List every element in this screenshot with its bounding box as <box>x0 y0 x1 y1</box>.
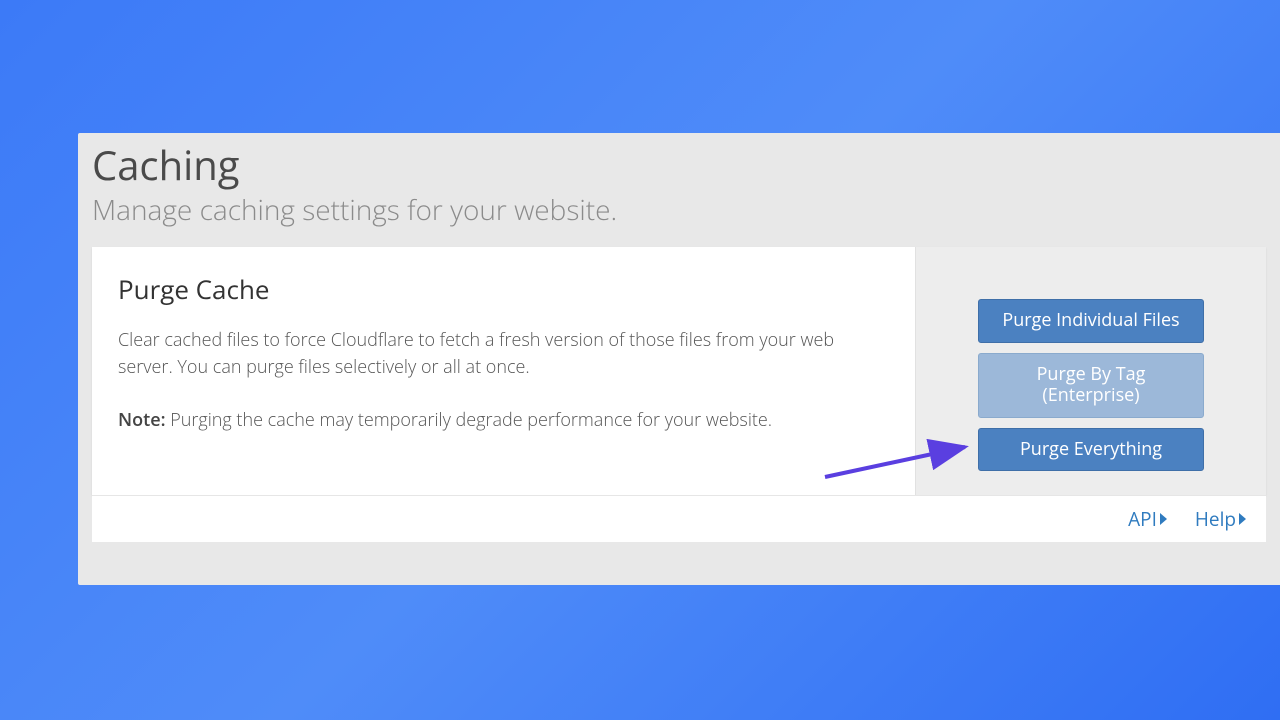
card-note: Note: Purging the cache may temporarily … <box>118 407 889 434</box>
note-text: Purging the cache may temporarily degrad… <box>166 408 773 432</box>
api-link[interactable]: API <box>1128 506 1167 532</box>
note-label: Note: <box>118 408 166 432</box>
card-footer: API Help <box>92 495 1266 542</box>
page-header: Caching Manage caching settings for your… <box>78 133 1280 247</box>
purge-cache-card: Purge Cache Clear cached files to force … <box>92 247 1266 495</box>
purge-individual-files-button[interactable]: Purge Individual Files <box>978 299 1204 343</box>
card-heading: Purge Cache <box>118 271 889 307</box>
help-link[interactable]: Help <box>1195 506 1246 532</box>
chevron-right-icon <box>1239 513 1246 525</box>
page-subtitle: Manage caching settings for your website… <box>92 191 1266 229</box>
card-description-panel: Purge Cache Clear cached files to force … <box>92 247 916 495</box>
settings-page: Caching Manage caching settings for your… <box>78 133 1280 585</box>
purge-everything-button[interactable]: Purge Everything <box>978 428 1204 472</box>
purge-by-tag-button[interactable]: Purge By Tag (Enterprise) <box>978 353 1204 418</box>
chevron-right-icon <box>1160 513 1167 525</box>
page-title: Caching <box>92 143 1266 187</box>
api-link-label: API <box>1128 506 1157 532</box>
card-actions-panel: Purge Individual Files Purge By Tag (Ent… <box>916 247 1266 495</box>
card-description-text: Clear cached files to force Cloudflare t… <box>118 327 889 381</box>
help-link-label: Help <box>1195 506 1236 532</box>
